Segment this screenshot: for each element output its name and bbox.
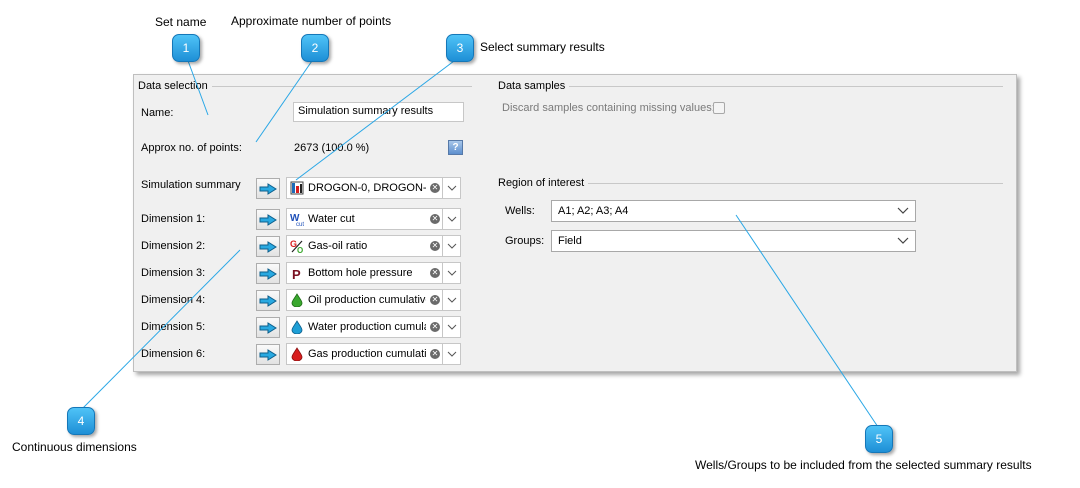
dimension-6-selector[interactable]: Gas production cumulativ ✕ [286, 343, 461, 365]
dimension-4-value: Oil production cumulative [308, 294, 426, 306]
water-cut-icon: Wcut [290, 212, 304, 226]
gas-drop-icon [290, 347, 304, 361]
simulation-summary-select-button[interactable] [256, 178, 280, 199]
help-icon[interactable]: ? [448, 140, 463, 155]
dimension-2-label: Dimension 2: [141, 240, 206, 252]
callout-badge-3: 3 [446, 34, 474, 62]
chevron-down-icon[interactable] [442, 317, 460, 337]
callout-label-3: Select summary results [480, 40, 605, 54]
dimension-3-select-button[interactable] [256, 263, 280, 284]
dialog-panel: Data selection Name: Simulation summary … [133, 74, 1017, 372]
arrow-right-icon [259, 321, 277, 334]
callout-badge-4: 4 [67, 407, 95, 435]
region-title: Region of interest [498, 177, 589, 189]
summary-table-icon [290, 181, 304, 195]
approx-points-label: Approx no. of points: [141, 142, 242, 154]
oil-drop-icon [290, 293, 304, 307]
clear-icon[interactable]: ✕ [430, 214, 440, 224]
callout-label-5: Wells/Groups to be included from the sel… [695, 458, 1032, 472]
dimension-5-value: Water production cumulat [308, 321, 426, 333]
dimension-2-select-button[interactable] [256, 236, 280, 257]
clear-icon[interactable]: ✕ [430, 349, 440, 359]
dimension-5-select-button[interactable] [256, 317, 280, 338]
data-samples-title: Data samples [498, 80, 570, 92]
name-label: Name: [141, 107, 174, 119]
data-samples-divider [500, 86, 1003, 87]
arrow-right-icon [259, 267, 277, 280]
dimension-3-selector[interactable]: P Bottom hole pressure ✕ [286, 262, 461, 284]
discard-missing-checkbox[interactable] [713, 102, 725, 114]
dimension-4-selector[interactable]: Oil production cumulative ✕ [286, 289, 461, 311]
simulation-summary-label: Simulation summary [141, 179, 241, 191]
callout-badge-1: 1 [172, 34, 200, 62]
water-drop-icon [290, 320, 304, 334]
chevron-down-icon[interactable] [442, 290, 460, 310]
dimension-6-select-button[interactable] [256, 344, 280, 365]
dimension-2-value: Gas-oil ratio [308, 240, 368, 252]
wells-value: A1; A2; A3; A4 [558, 205, 629, 217]
arrow-right-icon [259, 294, 277, 307]
chevron-down-icon [897, 237, 909, 244]
dimension-1-select-button[interactable] [256, 209, 280, 230]
dimension-1-value: Water cut [308, 213, 355, 225]
wells-label: Wells: [505, 205, 535, 217]
groups-label: Groups: [505, 235, 545, 247]
clear-icon[interactable]: ✕ [430, 241, 440, 251]
gas-oil-ratio-icon: GO [290, 239, 304, 253]
callout-label-2: Approximate number of points [231, 14, 392, 28]
clear-icon[interactable]: ✕ [430, 295, 440, 305]
help-screen: { "callouts": [ {"number": "1", "label":… [0, 0, 1080, 488]
chevron-down-icon [897, 207, 909, 214]
pressure-icon: P [290, 266, 304, 280]
callout-badge-2: 2 [301, 34, 329, 62]
dimension-4-label: Dimension 4: [141, 294, 206, 306]
clear-icon[interactable]: ✕ [430, 322, 440, 332]
dimension-2-selector[interactable]: GO Gas-oil ratio ✕ [286, 235, 461, 257]
dimension-6-value: Gas production cumulativ [308, 348, 426, 360]
svg-text:O: O [297, 246, 303, 253]
dimension-3-label: Dimension 3: [141, 267, 206, 279]
clear-icon[interactable]: ✕ [430, 268, 440, 278]
data-selection-title: Data selection [138, 80, 212, 92]
discard-missing-label: Discard samples containing missing value… [502, 102, 715, 114]
dimension-1-label: Dimension 1: [141, 213, 206, 225]
simulation-summary-selector[interactable]: DROGON-0, DROGON-1 ✕ [286, 177, 461, 199]
approx-points-value: 2673 (100.0 %) [294, 142, 370, 154]
arrow-right-icon [259, 348, 277, 361]
name-input[interactable]: Simulation summary results [293, 102, 464, 122]
dimension-3-value: Bottom hole pressure [308, 267, 413, 279]
groups-dropdown[interactable]: Field [551, 230, 916, 252]
wells-dropdown[interactable]: A1; A2; A3; A4 [551, 200, 916, 222]
chevron-down-icon[interactable] [442, 344, 460, 364]
dimension-4-select-button[interactable] [256, 290, 280, 311]
arrow-right-icon [259, 240, 277, 253]
callout-label-4: Continuous dimensions [12, 440, 137, 454]
simulation-summary-value: DROGON-0, DROGON-1 [308, 182, 426, 194]
groups-value: Field [558, 235, 582, 247]
chevron-down-icon[interactable] [442, 263, 460, 283]
chevron-down-icon[interactable] [442, 178, 460, 198]
svg-text:P: P [292, 267, 301, 280]
dimension-1-selector[interactable]: Wcut Water cut ✕ [286, 208, 461, 230]
dimension-5-label: Dimension 5: [141, 321, 206, 333]
clear-icon[interactable]: ✕ [430, 183, 440, 193]
dimension-6-label: Dimension 6: [141, 348, 206, 360]
callout-badge-5: 5 [865, 425, 893, 453]
svg-text:cut: cut [296, 222, 304, 226]
chevron-down-icon[interactable] [442, 236, 460, 256]
arrow-right-icon [259, 213, 277, 226]
callout-label-1: Set name [155, 15, 207, 29]
arrow-right-icon [259, 182, 277, 195]
dimension-5-selector[interactable]: Water production cumulat ✕ [286, 316, 461, 338]
chevron-down-icon[interactable] [442, 209, 460, 229]
